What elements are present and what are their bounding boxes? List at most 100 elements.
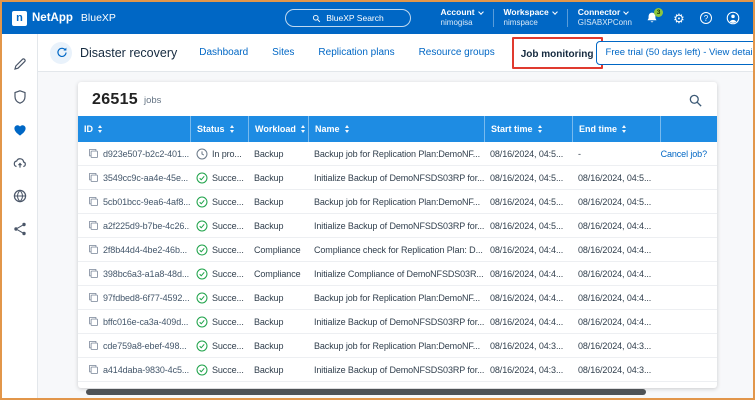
column-header-name[interactable]: Name — [308, 116, 484, 142]
table-row[interactable]: a2f225d9-b7be-4c26...Succe...BackupIniti… — [78, 214, 717, 238]
column-header-workload[interactable]: Workload — [248, 116, 308, 142]
job-id: a414daba-9830-4c5... — [103, 365, 189, 375]
table-row[interactable]: bffc016e-ca3a-409d...Succe...BackupIniti… — [78, 310, 717, 334]
job-action-cell — [660, 358, 717, 381]
cloud-backup-icon[interactable] — [12, 155, 28, 171]
notifications-button[interactable]: 3 — [642, 8, 662, 28]
free-trial-button[interactable]: Free trial (50 days left) - View details — [596, 41, 755, 65]
job-workload: Compliance — [248, 238, 308, 261]
horizontal-scrollbar-thumb[interactable] — [86, 389, 646, 395]
column-header-end-time[interactable]: End time — [572, 116, 660, 142]
app-window: n NetApp BlueXP BlueXP Search Account ni… — [0, 0, 755, 400]
tab-job-monitoring[interactable]: Job monitoring — [521, 49, 594, 60]
copy-icon[interactable] — [88, 244, 99, 255]
job-start-time: 08/16/2024, 04:4... — [484, 310, 572, 333]
settings-button[interactable]: ⚙ — [669, 8, 689, 28]
job-id-cell: a414daba-9830-4c5... — [78, 358, 190, 381]
copy-icon[interactable] — [88, 172, 99, 183]
job-workload: Backup — [248, 142, 308, 165]
table-row[interactable]: 2f8b44d4-4be2-46b...Succe...ComplianceCo… — [78, 238, 717, 262]
connector-menu[interactable]: Connector GISABXPConn — [575, 8, 635, 27]
jobs-count-unit: jobs — [144, 95, 161, 106]
copy-icon[interactable] — [88, 220, 99, 231]
copy-icon[interactable] — [88, 292, 99, 303]
job-id: 2f8b44d4-4be2-46b... — [103, 245, 187, 255]
column-header-status[interactable]: Status — [190, 116, 248, 142]
copy-icon[interactable] — [88, 196, 99, 207]
column-header-start-time[interactable]: Start time — [484, 116, 572, 142]
success-icon — [196, 268, 208, 280]
table-row[interactable]: 3549cc9c-aa4e-45e...Succe...BackupInitia… — [78, 166, 717, 190]
netapp-logo[interactable]: n NetApp BlueXP — [12, 11, 116, 26]
table-header-row: ID Status Workload Name Start time End t… — [78, 116, 717, 142]
tab-replication-plans[interactable]: Replication plans — [318, 47, 394, 58]
table-row[interactable]: 5cb01bcc-9ea6-4af8...Succe...BackupBacku… — [78, 190, 717, 214]
table-search-icon[interactable] — [688, 93, 703, 108]
product-name: BlueXP — [81, 12, 116, 24]
pencil-icon[interactable] — [12, 56, 28, 72]
copy-icon[interactable] — [88, 268, 99, 279]
cancel-job-link[interactable]: Cancel job? — [661, 149, 707, 159]
tab-resource-groups[interactable]: Resource groups — [419, 47, 495, 58]
job-status-cell: In pro... — [190, 142, 248, 165]
job-status: Succe... — [212, 269, 244, 279]
tab-bar: Dashboard Sites Replication plans Resour… — [199, 37, 595, 69]
job-status-cell: Succe... — [190, 190, 248, 213]
user-menu[interactable] — [723, 8, 743, 28]
job-name: Initialize Backup of DemoNFSDS03RP for..… — [308, 214, 484, 237]
table-row[interactable]: a414daba-9830-4c5...Succe...BackupInitia… — [78, 358, 717, 382]
job-id: d923e507-b2c2-401... — [103, 149, 189, 159]
job-end-time: 08/16/2024, 04:4... — [572, 310, 660, 333]
help-button[interactable]: ? — [696, 8, 716, 28]
workspace-menu[interactable]: Workspace nimspace — [501, 8, 560, 27]
table-row[interactable]: 97fdbed8-6f77-4592...Succe...BackupBacku… — [78, 286, 717, 310]
job-status: Succe... — [212, 317, 244, 327]
table-row[interactable]: 398bc6a3-a1a8-48d...Succe...ComplianceIn… — [78, 262, 717, 286]
job-workload: Backup — [248, 166, 308, 189]
tab-dashboard[interactable]: Dashboard — [199, 47, 248, 58]
job-workload: Backup — [248, 358, 308, 381]
job-id-cell: cde759a8-ebef-498... — [78, 334, 190, 357]
column-header-id[interactable]: ID — [78, 116, 190, 142]
job-name: Backup job for Replication Plan:DemoNF..… — [308, 286, 484, 309]
topbar-right-group: Account nimogisa Workspace nimspace Conn… — [438, 8, 743, 28]
copy-icon[interactable] — [88, 316, 99, 327]
job-id: 5cb01bcc-9ea6-4af8... — [103, 197, 190, 207]
job-start-time: 08/16/2024, 04:5... — [484, 190, 572, 213]
share-icon[interactable] — [12, 221, 28, 237]
job-workload: Backup — [248, 286, 308, 309]
job-id-cell: bffc016e-ca3a-409d... — [78, 310, 190, 333]
heart-icon[interactable] — [12, 122, 28, 138]
help-icon: ? — [700, 12, 712, 24]
copy-icon[interactable] — [88, 340, 99, 351]
copy-icon[interactable] — [88, 364, 99, 375]
job-name: Backup job for Replication Plan:DemoNF..… — [308, 190, 484, 213]
job-name: Backup job for Replication Plan:DemoNF..… — [308, 334, 484, 357]
job-id-cell: a2f225d9-b7be-4c26... — [78, 214, 190, 237]
success-icon — [196, 196, 208, 208]
user-avatar-icon — [726, 11, 740, 25]
job-end-time: - — [572, 142, 660, 165]
tab-sites[interactable]: Sites — [272, 47, 294, 58]
success-icon — [196, 364, 208, 376]
account-menu[interactable]: Account nimogisa — [438, 8, 486, 27]
table-row[interactable]: d923e507-b2c2-401...In pro...BackupBacku… — [78, 142, 717, 166]
table-row[interactable]: cde759a8-ebef-498...Succe...BackupBackup… — [78, 334, 717, 358]
free-trial-label: Free trial (50 days left) - View details — [597, 42, 755, 64]
search-label: BlueXP Search — [326, 13, 384, 23]
job-id-cell: 5cb01bcc-9ea6-4af8... — [78, 190, 190, 213]
content-area: 26515 jobs ID Status Workload Name Start… — [38, 72, 753, 398]
bluexp-search-button[interactable]: BlueXP Search — [285, 9, 411, 27]
globe-icon[interactable] — [12, 188, 28, 204]
connector-label: Connector — [578, 8, 621, 17]
divider — [567, 9, 568, 27]
copy-icon[interactable] — [88, 148, 99, 159]
job-status: Succe... — [212, 197, 244, 207]
job-end-time: 08/16/2024, 04:3... — [572, 334, 660, 357]
job-status: Succe... — [212, 341, 244, 351]
success-icon — [196, 316, 208, 328]
job-name: Initialize Compliance of DemoNFSDS03R... — [308, 262, 484, 285]
success-icon — [196, 244, 208, 256]
shield-icon[interactable] — [12, 89, 28, 105]
job-status-cell: Succe... — [190, 358, 248, 381]
